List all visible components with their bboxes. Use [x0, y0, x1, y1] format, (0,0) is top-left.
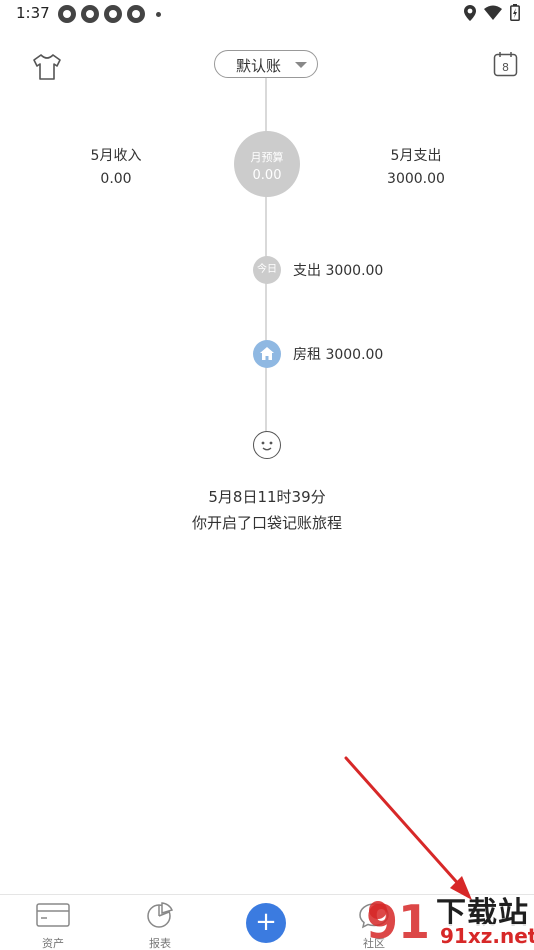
budget-label: 月预算 [250, 151, 284, 164]
shirt-icon [33, 54, 61, 80]
watermark: 91 下载站 91xz.net [356, 884, 534, 950]
nav-assets[interactable]: 资产 [23, 901, 83, 950]
watermark-logo-text: 91 [366, 895, 430, 948]
income-value: 0.00 [100, 171, 132, 187]
journey-start-date: 5月8日11时39分 [208, 488, 326, 506]
notification-app-icon [104, 5, 122, 23]
smile-face-icon [253, 431, 281, 459]
notification-icons [58, 5, 161, 23]
system-status-icons [464, 4, 520, 21]
income-label: 5月收入 [90, 148, 142, 164]
calendar-day: 8 [502, 61, 509, 74]
status-time: 1:37 [16, 4, 50, 22]
add-record-button[interactable]: + [246, 903, 286, 943]
battery-icon [510, 4, 520, 21]
watermark-logo: 91 [366, 895, 430, 948]
expense-label: 5月支出 [390, 148, 442, 164]
status-bar: 1:37 [0, 0, 534, 28]
home-icon[interactable] [253, 340, 281, 368]
budget-value: 0.00 [252, 168, 282, 183]
monthly-income[interactable]: 5月收入 0.00 [56, 145, 176, 187]
house-glyph [260, 347, 274, 360]
account-book-name: 默认账 [236, 57, 282, 75]
notification-app-icon [127, 5, 145, 23]
nav-reports[interactable]: 报表 [130, 901, 190, 950]
pie-chart-icon [147, 902, 174, 928]
caret-down-icon [295, 62, 307, 68]
calendar-icon: 8 [493, 52, 518, 77]
card-icon [36, 903, 70, 927]
nav-reports-label: 报表 [149, 937, 171, 950]
expense-value: 3000.00 [387, 171, 445, 187]
monthly-expense[interactable]: 5月支出 3000.00 [356, 145, 476, 187]
watermark-url: 91xz.net [438, 924, 534, 948]
more-notifications-dot [156, 11, 161, 17]
calendar-button[interactable]: 8 [492, 50, 520, 78]
location-icon [464, 4, 476, 21]
account-book-selector[interactable]: 默认账 [214, 50, 318, 78]
today-expense-summary: 支出 3000.00 [293, 263, 384, 279]
notification-app-icon [58, 5, 76, 23]
today-badge: 今日 [253, 256, 281, 284]
nav-assets-label: 资产 [42, 937, 64, 950]
timeline-entry-rent[interactable]: 房租 3000.00 [293, 344, 383, 364]
notification-app-icon [81, 5, 99, 23]
monthly-budget-button[interactable]: 月预算 0.00 [234, 131, 300, 197]
theme-skin-button[interactable] [30, 52, 64, 82]
journey-start-message: 你开启了口袋记账旅程 [191, 514, 342, 532]
wifi-icon [484, 5, 502, 20]
